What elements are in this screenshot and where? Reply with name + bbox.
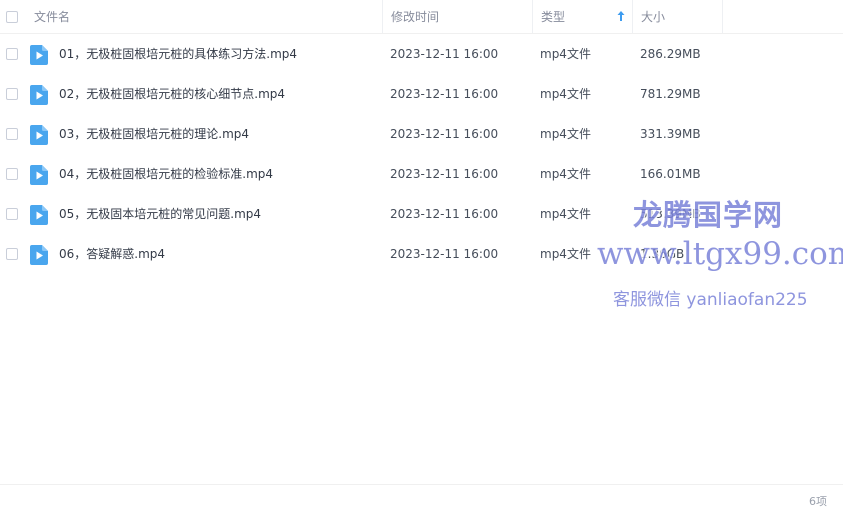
video-file-icon [30,125,48,145]
file-type: mp4文件 [540,47,591,61]
column-header-modified[interactable]: 修改时间 [382,0,532,33]
file-type: mp4文件 [540,167,591,181]
watermark-title: 龙腾国学网 [633,198,784,232]
file-modified-time: 2023-12-11 16:00 [390,47,499,61]
file-modified-time: 2023-12-11 16:00 [390,87,499,101]
file-name[interactable]: 05，无极固本培元桩的常见问题.mp4 [59,194,261,234]
file-row[interactable]: 02，无极桩固根培元桩的核心细节点.mp4 2023-12-11 16:00 mp4… [0,74,843,114]
file-type: mp4文件 [540,247,591,261]
row-checkbox[interactable] [6,208,18,220]
video-file-icon [30,45,48,65]
sort-ascending-icon[interactable] [617,10,625,22]
file-size: 781.29MB [640,87,701,101]
file-list-header: 文件名 修改时间 类型 大小 [0,0,843,34]
row-checkbox[interactable] [6,168,18,180]
watermark-url: www.ltgx99.com [597,236,843,272]
item-count: 6项 [809,495,827,508]
file-name[interactable]: 02，无极桩固根培元桩的核心细节点.mp4 [59,74,285,114]
file-name[interactable]: 06，答疑解惑.mp4 [59,234,165,274]
status-bar: 6项 [0,484,843,510]
file-modified-time: 2023-12-11 16:00 [390,247,499,261]
column-header-type-label: 类型 [541,10,566,24]
file-type: mp4文件 [540,127,591,141]
file-name[interactable]: 01，无极桩固根培元桩的具体练习方法.mp4 [59,34,297,74]
column-header-name-label: 文件名 [34,10,71,24]
column-header-spacer [722,0,843,33]
file-size: 331.39MB [640,127,701,141]
video-file-icon [30,165,48,185]
file-row[interactable]: 01，无极桩固根培元桩的具体练习方法.mp4 2023-12-11 16:00 mp… [0,34,843,74]
row-checkbox[interactable] [6,248,18,260]
file-row[interactable]: 03，无极桩固根培元桩的理论.mp4 2023-12-11 16:00 mp4文件 3… [0,114,843,154]
video-file-icon [30,245,48,265]
row-checkbox[interactable] [6,48,18,60]
file-size: 286.29MB [640,47,701,61]
file-row[interactable]: 04，无极桩固根培元桩的检验标准.mp4 2023-12-11 16:00 mp4文… [0,154,843,194]
row-checkbox[interactable] [6,128,18,140]
file-type: mp4文件 [540,87,591,101]
row-checkbox[interactable] [6,88,18,100]
column-header-name[interactable]: 文件名 [26,0,382,33]
watermark-contact: 客服微信 yanliaofan225 [613,290,808,310]
select-all-checkbox[interactable] [6,11,18,23]
file-size: 166.01MB [640,167,701,181]
file-modified-time: 2023-12-11 16:00 [390,127,499,141]
file-name[interactable]: 04，无极桩固根培元桩的检验标准.mp4 [59,154,273,194]
column-header-size-label: 大小 [641,10,666,24]
column-header-modified-label: 修改时间 [391,10,440,24]
file-modified-time: 2023-12-11 16:00 [390,167,499,181]
file-type: mp4文件 [540,207,591,221]
file-modified-time: 2023-12-11 16:00 [390,207,499,221]
video-file-icon [30,205,48,225]
video-file-icon [30,85,48,105]
file-name[interactable]: 03，无极桩固根培元桩的理论.mp4 [59,114,249,154]
column-header-size[interactable]: 大小 [632,0,722,33]
